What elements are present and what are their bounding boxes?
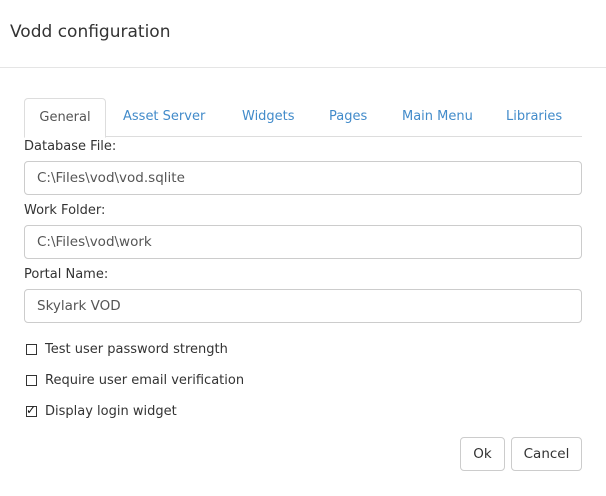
work-folder-label: Work Folder:	[24, 203, 106, 218]
tab-asset-server[interactable]: Asset Server	[123, 98, 205, 137]
tab-bar: General Asset Server Widgets Pages Main …	[24, 98, 582, 138]
database-file-input[interactable]	[24, 161, 582, 195]
work-folder-input[interactable]	[24, 225, 582, 259]
email-verification-label: Require user email verification	[45, 372, 245, 388]
tab-main-menu[interactable]: Main Menu	[402, 98, 473, 137]
dialog-title: Vodd configuration	[10, 22, 171, 42]
cancel-button[interactable]: Cancel	[511, 437, 582, 471]
tab-general[interactable]: General	[24, 98, 106, 138]
password-strength-label: Test user password strength	[45, 341, 228, 357]
password-strength-option[interactable]: Test user password strength	[24, 340, 228, 358]
login-widget-label: Display login widget	[45, 403, 177, 419]
dialog-header: Vodd configuration	[0, 0, 606, 68]
ok-button[interactable]: Ok	[460, 437, 505, 471]
login-widget-option[interactable]: ✓ Display login widget	[24, 402, 177, 420]
tab-libraries[interactable]: Libraries	[506, 98, 562, 137]
config-dialog: Vodd configuration General Asset Server …	[0, 0, 606, 496]
tab-widgets[interactable]: Widgets	[242, 98, 295, 137]
portal-name-label: Portal Name:	[24, 267, 109, 282]
portal-name-input[interactable]	[24, 289, 582, 323]
database-file-label: Database File:	[24, 139, 117, 154]
email-verification-checkbox[interactable]	[26, 374, 37, 386]
tab-pages[interactable]: Pages	[329, 98, 367, 137]
email-verification-option[interactable]: Require user email verification	[24, 371, 244, 389]
check-mark-icon: ✓	[26, 402, 37, 417]
login-widget-checkbox[interactable]: ✓	[26, 402, 37, 417]
password-strength-checkbox[interactable]	[26, 343, 37, 355]
